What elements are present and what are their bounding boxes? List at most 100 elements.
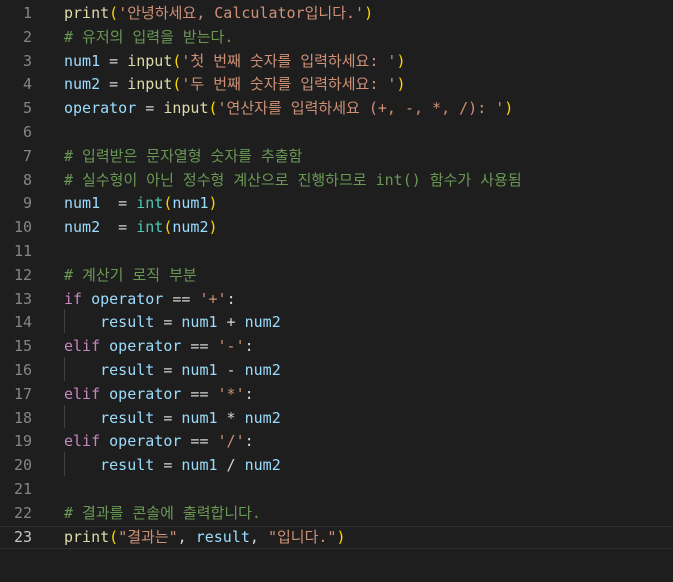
- code-token: num1: [172, 194, 209, 213]
- code-line[interactable]: 3 num1 = input('첫 번째 숫자를 입력하세요: '): [0, 50, 673, 74]
- line-number: 13: [13, 289, 32, 308]
- code-token: result: [195, 527, 250, 546]
- code-token: ==: [163, 289, 200, 308]
- code-token: num2: [244, 456, 281, 475]
- code-text: num2 = input('두 번째 숫자를 입력하세요: '): [64, 73, 405, 97]
- code-token: num1: [64, 194, 101, 213]
- code-token: num1: [64, 51, 101, 70]
- code-token: '*': [217, 384, 245, 403]
- code-token: =: [100, 218, 137, 237]
- code-line[interactable]: 21: [0, 478, 673, 502]
- code-line[interactable]: 18 result = num1 * num2: [0, 407, 673, 431]
- code-text: # 계산기 로직 부분: [64, 264, 197, 288]
- line-number: 7: [22, 146, 32, 165]
- line-number: 20: [13, 456, 32, 475]
- code-token: operator: [64, 99, 137, 118]
- code-text: result = num1 - num2: [64, 359, 281, 383]
- code-line[interactable]: 8 # 실수형이 아닌 정수형 계산으로 진행하므로 int() 함수가 사용됨: [0, 169, 673, 193]
- line-number: 14: [13, 313, 32, 332]
- code-text: num1 = int(num1): [64, 192, 218, 216]
- code-line[interactable]: 4 num2 = input('두 번째 숫자를 입력하세요: '): [0, 73, 673, 97]
- code-editor[interactable]: 1 print('안녕하세요, Calculator입니다.') 2 # 유저의 입력…: [0, 0, 673, 582]
- code-token: operator: [109, 432, 182, 451]
- code-token: # 결과를 콘솔에 출력합니다.: [64, 503, 261, 522]
- code-line[interactable]: 5 operator = input('연산자를 입력하세요 (+, -, *, …: [0, 97, 673, 121]
- code-text: operator = input('연산자를 입력하세요 (+, -, *, /…: [64, 97, 513, 121]
- code-line[interactable]: 7 # 입력받은 문자열형 숫자를 추출함: [0, 145, 673, 169]
- code-token: =: [154, 313, 182, 332]
- code-token: num2: [244, 408, 281, 427]
- code-token: result: [100, 408, 155, 427]
- code-text: # 결과를 콘솔에 출력합니다.: [64, 502, 261, 526]
- line-number: 18: [13, 408, 32, 427]
- code-line[interactable]: 6: [0, 121, 673, 145]
- line-number: 2: [22, 27, 32, 46]
- code-token: if: [64, 289, 83, 308]
- code-line[interactable]: 13 if operator == '+':: [0, 288, 673, 312]
- line-number: 8: [22, 170, 32, 189]
- code-token: =: [100, 75, 128, 94]
- line-number: 22: [13, 503, 32, 522]
- code-token: ,: [177, 527, 196, 546]
- code-line[interactable]: 23 print("결과는", result, "입니다."): [0, 525, 673, 550]
- code-line[interactable]: 1 print('안녕하세요, Calculator입니다.'): [0, 2, 673, 26]
- code-token: ): [396, 51, 406, 70]
- code-token: num1: [181, 361, 218, 379]
- code-token: num2: [64, 75, 101, 94]
- code-text: elif operator == '-':: [64, 335, 254, 359]
- code-token: input: [127, 51, 173, 70]
- code-text: # 실수형이 아닌 정수형 계산으로 진행하므로 int() 함수가 사용됨: [64, 169, 522, 193]
- line-number: 16: [13, 361, 32, 379]
- line-number: 23: [13, 527, 32, 546]
- code-token: ): [208, 194, 218, 213]
- code-line[interactable]: 17 elif operator == '*':: [0, 383, 673, 407]
- code-token: num1: [181, 456, 218, 475]
- code-token: num2: [64, 218, 101, 237]
- code-line[interactable]: 22 # 결과를 콘솔에 출력합니다.: [0, 502, 673, 526]
- line-number: 15: [13, 337, 32, 356]
- code-line[interactable]: 16 result = num1 - num2: [0, 359, 673, 383]
- code-token: result: [100, 361, 155, 379]
- code-token: :: [244, 337, 254, 356]
- code-token: "입니다.": [267, 527, 337, 546]
- code-line[interactable]: 20 result = num1 / num2: [0, 454, 673, 478]
- code-line[interactable]: 12 # 계산기 로직 부분: [0, 264, 673, 288]
- line-number: 21: [13, 480, 32, 498]
- line-number: 1: [22, 4, 32, 22]
- code-token: # 입력받은 문자열형 숫자를 추출함: [64, 146, 303, 165]
- code-text: num1 = input('첫 번째 숫자를 입력하세요: '): [64, 50, 405, 74]
- code-text: print('안녕하세요, Calculator입니다.'): [64, 2, 373, 26]
- line-number: 12: [13, 265, 32, 284]
- code-token: operator: [109, 337, 182, 356]
- code-text: elif operator == '*':: [64, 383, 254, 407]
- code-token: elif: [64, 337, 101, 356]
- code-token: (: [208, 99, 218, 118]
- code-token: '두 번째 숫자를 입력하세요: ': [181, 75, 397, 94]
- code-token: num1: [181, 408, 218, 427]
- code-line[interactable]: 14 result = num1 + num2: [0, 311, 673, 335]
- code-token: input: [127, 75, 173, 94]
- code-text: # 입력받은 문자열형 숫자를 추출함: [64, 145, 302, 169]
- code-token: # 계산기 로직 부분: [64, 265, 197, 284]
- code-token: =: [100, 194, 137, 213]
- code-line[interactable]: 11: [0, 240, 673, 264]
- code-token: '+': [199, 289, 227, 308]
- code-token: elif: [64, 432, 101, 451]
- code-token: :: [244, 432, 254, 451]
- code-token: result: [100, 313, 155, 332]
- code-line[interactable]: 2 # 유저의 입력을 받는다.: [0, 26, 673, 50]
- code-line[interactable]: 15 elif operator == '-':: [0, 335, 673, 359]
- code-token: ,: [249, 527, 268, 546]
- code-token: -: [217, 361, 245, 379]
- code-line[interactable]: 19 elif operator == '/':: [0, 430, 673, 454]
- code-line[interactable]: 10 num2 = int(num2): [0, 216, 673, 240]
- code-token: # 실수형이 아닌 정수형 계산으로 진행하므로 int() 함수가 사용됨: [64, 170, 522, 189]
- code-line[interactable]: 9 num1 = int(num1): [0, 192, 673, 216]
- code-text: # 유저의 입력을 받는다.: [64, 26, 233, 50]
